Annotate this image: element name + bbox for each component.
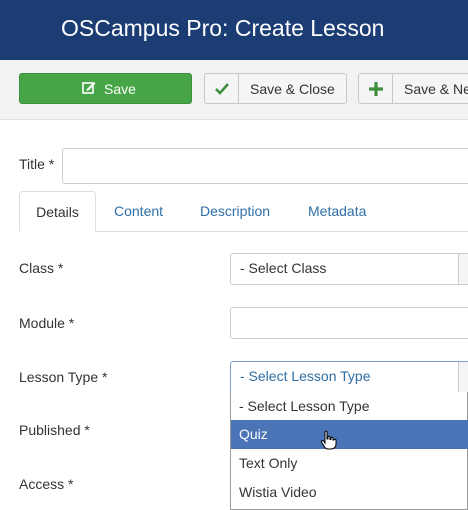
app-header: OSCampus Pro: Create Lesson [0,0,468,60]
tab-description[interactable]: Description [200,191,270,232]
module-label: Module * [19,315,75,331]
save-close-label: Save & Close [250,81,335,97]
published-label: Published * [19,422,90,438]
lesson-type-option[interactable]: - Select Lesson Type [231,392,468,421]
lesson-type-dropdown: - Select Lesson Type Quiz Text Only Wist… [230,392,468,510]
lesson-type-option[interactable]: Text Only [231,449,468,478]
tab-content[interactable]: Content [114,191,163,232]
class-select-value: - Select Class [240,260,327,276]
lesson-type-label: Lesson Type * [19,369,108,385]
save-button[interactable]: Save [19,73,192,104]
class-label: Class * [19,260,64,276]
class-select-caret [458,254,468,284]
save-new-label: Save & New [404,81,468,97]
title-input[interactable] [62,148,468,184]
page-title: OSCampus Pro: Create Lesson [61,15,385,41]
plus-icon-box [359,74,393,103]
access-label: Access * [19,476,74,492]
module-input[interactable] [230,307,468,339]
class-select[interactable]: - Select Class [230,253,468,285]
lesson-type-select-value: - Select Lesson Type [240,368,371,384]
lesson-type-select[interactable]: - Select Lesson Type [230,361,468,393]
tab-metadata[interactable]: Metadata [308,191,366,232]
tab-details[interactable]: Details [19,191,96,232]
title-label: Title * [19,156,55,172]
check-icon [215,83,229,95]
lesson-type-option[interactable]: Wistia Video [231,478,468,507]
save-new-button[interactable]: Save & New [358,73,468,104]
lesson-type-option-quiz[interactable]: Quiz [231,420,468,449]
edit-icon [82,81,96,95]
toolbar: Save Save & Close Save & New [0,60,468,120]
lesson-type-select-caret [458,362,468,392]
save-button-label: Save [104,81,136,97]
check-icon-box [205,74,239,103]
hand-cursor-icon [320,430,337,450]
plus-icon [369,82,383,96]
save-close-button[interactable]: Save & Close [204,73,347,104]
